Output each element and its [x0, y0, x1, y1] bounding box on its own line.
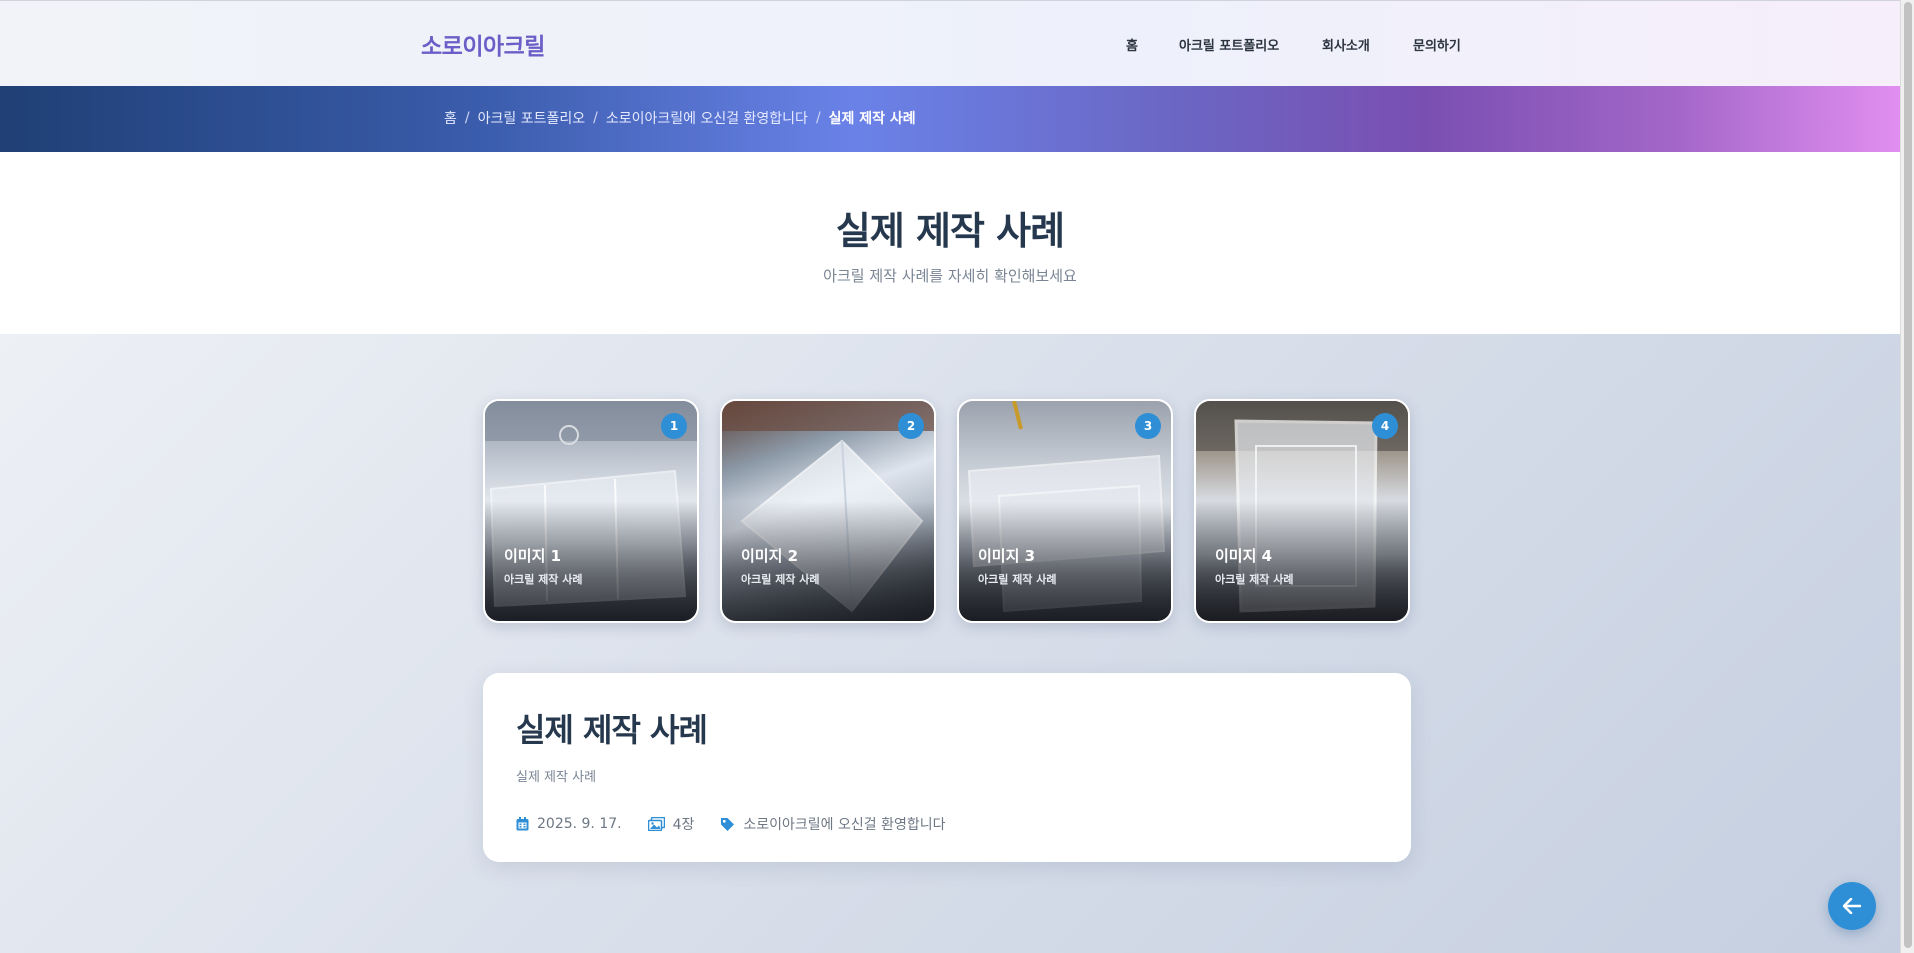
gallery-card[interactable]: 2 이미지 2 아크릴 제작 사례 — [720, 399, 936, 623]
calendar-icon — [516, 817, 529, 831]
page-title: 실제 제작 사례 — [835, 209, 1065, 253]
brand-logo[interactable]: 소로이아크릴 — [421, 27, 545, 61]
meta-category: 소로이아크릴에 오신걸 환영합니다 — [720, 814, 946, 834]
image-number-badge: 1 — [661, 413, 687, 439]
meta-category-text: 소로이아크릴에 오신걸 환영합니다 — [743, 817, 946, 833]
image-number-badge: 4 — [1372, 413, 1398, 439]
breadcrumb-separator: / — [593, 110, 598, 126]
images-icon — [647, 817, 665, 831]
info-meta: 2025. 9. 17. 4장 소로이아크릴에 오신걸 환영합니다 — [516, 814, 972, 834]
breadcrumb-separator: / — [464, 110, 470, 126]
gallery-card[interactable]: 1 이미지 1 아크릴 제작 사례 — [483, 399, 699, 623]
meta-date: 2025. 9. 17. — [516, 816, 622, 832]
page-subtitle: 아크릴 제작 사례를 자세히 확인해보세요 — [823, 267, 1077, 285]
info-title: 실제 제작 사례 — [516, 711, 708, 749]
breadcrumb-separator: / — [815, 110, 821, 126]
content-area: 1 이미지 1 아크릴 제작 사례 2 이미지 2 아크릴 제작 사례 3 이미… — [0, 334, 1900, 953]
tag-icon — [721, 817, 735, 831]
nav-contact[interactable]: 문의하기 — [1413, 35, 1461, 54]
page-scrollbar[interactable] — [1900, 0, 1914, 953]
breadcrumb: 홈 / 아크릴 포트폴리오 / 소로이아크릴에 오신걸 환영합니다 / 실제 제… — [444, 108, 916, 128]
scrollbar-thumb[interactable] — [1904, 2, 1912, 948]
card-title: 이미지 4 — [1215, 547, 1273, 565]
card-caption: 아크릴 제작 사례 — [504, 573, 583, 586]
card-caption: 아크릴 제작 사례 — [978, 573, 1057, 586]
breadcrumb-portfolio[interactable]: 아크릴 포트폴리오 — [478, 108, 586, 128]
arrow-left-icon — [1843, 898, 1861, 914]
breadcrumb-banner: 홈 / 아크릴 포트폴리오 / 소로이아크릴에 오신걸 환영합니다 / 실제 제… — [0, 86, 1900, 152]
breadcrumb-home[interactable]: 홈 — [444, 108, 457, 128]
image-number-badge: 3 — [1135, 413, 1161, 439]
card-caption: 아크릴 제작 사례 — [741, 573, 820, 586]
gallery-card[interactable]: 3 이미지 3 아크릴 제작 사례 — [957, 399, 1173, 623]
site-header: 소로이아크릴 홈 아크릴 포트폴리오 회사소개 문의하기 — [0, 0, 1900, 86]
card-title: 이미지 3 — [978, 547, 1036, 565]
breadcrumb-category[interactable]: 소로이아크릴에 오신걸 환영합니다 — [606, 108, 808, 128]
meta-count: 4장 — [647, 814, 695, 834]
card-title: 이미지 2 — [741, 547, 799, 565]
nav-home[interactable]: 홈 — [1126, 35, 1138, 54]
nav-portfolio[interactable]: 아크릴 포트폴리오 — [1179, 35, 1279, 54]
nav-about[interactable]: 회사소개 — [1322, 35, 1370, 54]
back-button[interactable] — [1828, 882, 1876, 930]
breadcrumb-current: 실제 제작 사례 — [828, 111, 916, 127]
card-title: 이미지 1 — [504, 547, 562, 565]
info-description: 실제 제작 사례 — [516, 770, 597, 785]
meta-date-text: 2025. 9. 17. — [537, 816, 622, 832]
page-title-section: 실제 제작 사례 아크릴 제작 사례를 자세히 확인해보세요 — [0, 152, 1900, 334]
meta-count-text: 4장 — [672, 817, 695, 833]
portfolio-info-card: 실제 제작 사례 실제 제작 사례 2025. 9. 17. 4장 소로이아크릴… — [483, 673, 1411, 862]
gallery-card[interactable]: 4 이미지 4 아크릴 제작 사례 — [1194, 399, 1410, 623]
image-number-badge: 2 — [898, 413, 924, 439]
card-caption: 아크릴 제작 사례 — [1215, 573, 1294, 586]
